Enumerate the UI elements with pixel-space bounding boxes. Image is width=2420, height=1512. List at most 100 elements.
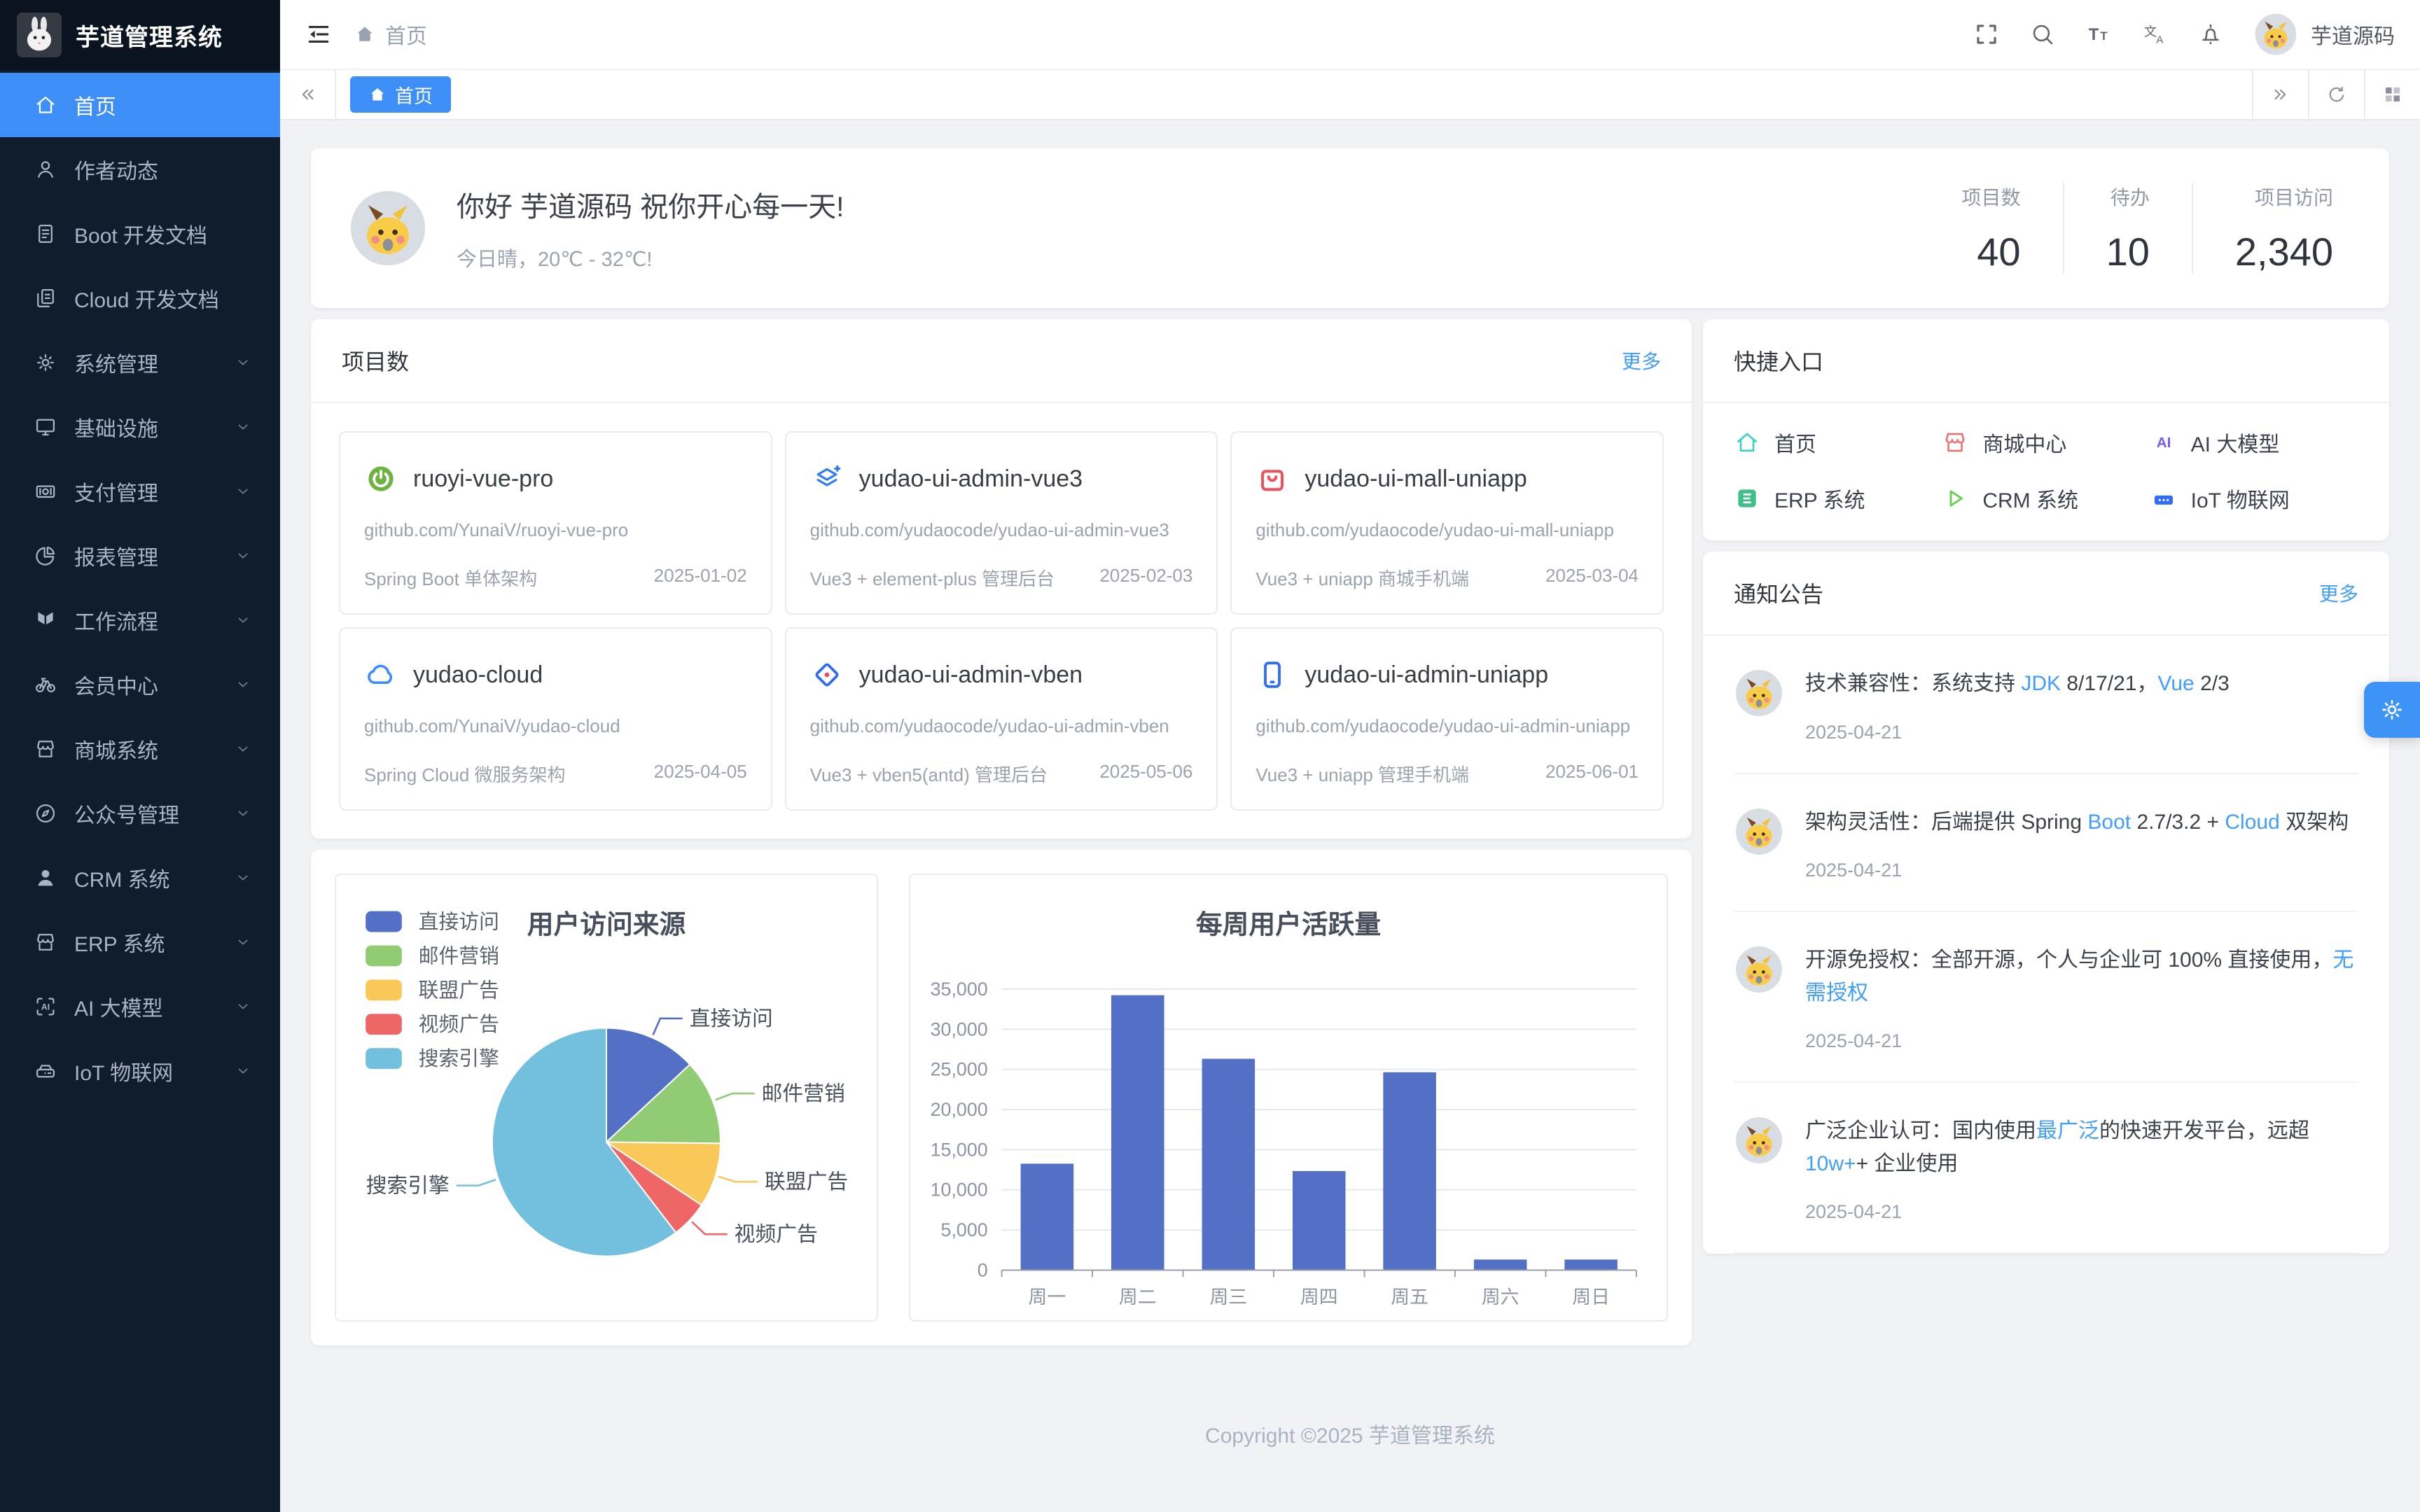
project-date: 2025-06-01 (1545, 761, 1639, 787)
quick-entry-3[interactable]: ERP 系统 (1734, 479, 1942, 518)
search-button[interactable] (2029, 21, 2056, 48)
sidebar-item-3[interactable]: Cloud 开发文档 (0, 266, 280, 330)
logo-avatar (17, 13, 62, 57)
notice-link[interactable]: 最广泛 (2036, 1119, 2099, 1142)
language-button[interactable] (2141, 21, 2168, 48)
notice-avatar (1734, 806, 1784, 857)
project-date: 2025-04-05 (654, 761, 747, 787)
svg-text:周日: 周日 (1572, 1287, 1610, 1308)
project-card-2[interactable]: yudao-ui-mall-uniapp github.com/yudaocod… (1230, 431, 1664, 615)
sidebar-item-15[interactable]: IoT 物联网 (0, 1039, 280, 1103)
notice-link[interactable]: Boot (2087, 811, 2131, 834)
sidebar-item-11[interactable]: 公众号管理 (0, 781, 280, 846)
svg-text:15,000: 15,000 (931, 1139, 988, 1160)
notice-date: 2025-04-21 (1805, 722, 2230, 743)
project-card-0[interactable]: ruoyi-vue-pro github.com/YunaiV/ruoyi-vu… (339, 431, 772, 615)
project-card-4[interactable]: yudao-ui-admin-vben github.com/yudaocode… (785, 627, 1218, 811)
fullscreen-button[interactable] (1973, 21, 2000, 48)
project-desc: Vue3 + uniapp 管理手机端 (1256, 761, 1469, 787)
notice-link[interactable]: 10w+ (1805, 1152, 1856, 1175)
project-name: yudao-ui-admin-vben (859, 662, 1083, 689)
notice-item-0[interactable]: 技术兼容性：系统支持 JDK 8/17/21，Vue 2/3 2025-04-2… (1734, 636, 2358, 774)
crm-user-icon (34, 866, 57, 890)
tabbar-chevrons-right-button[interactable] (2252, 70, 2308, 119)
sidebar-item-0[interactable]: 首页 (0, 73, 280, 137)
sidebar-item-9[interactable]: 会员中心 (0, 652, 280, 717)
project-desc: Vue3 + uniapp 商城手机端 (1256, 565, 1469, 591)
sidebar-item-label: AI 大模型 (74, 991, 163, 1022)
store-icon (1942, 429, 1968, 456)
tab-home[interactable]: 首页 (350, 76, 451, 113)
quick-entry-5[interactable]: IoT 物联网 (2150, 479, 2358, 518)
bell-button[interactable] (2197, 21, 2224, 48)
user-icon (34, 158, 57, 181)
sidebar-item-2[interactable]: Boot 开发文档 (0, 202, 280, 266)
project-url: github.com/YunaiV/ruoyi-vue-pro (364, 517, 747, 544)
project-card-1[interactable]: yudao-ui-admin-vue3 github.com/yudaocode… (785, 431, 1218, 615)
project-card-3[interactable]: yudao-cloud github.com/YunaiV/yudao-clou… (339, 627, 772, 811)
home-icon (1734, 429, 1760, 456)
notice-list: 技术兼容性：系统支持 JDK 8/17/21，Vue 2/3 2025-04-2… (1703, 636, 2389, 1254)
notices-card: 通知公告 更多 技术兼容性：系统支持 JDK 8/17/21，Vue 2/3 2… (1703, 552, 2389, 1254)
projects-card: 项目数 更多 ruoyi-vue-pro github.com/YunaiV/r… (311, 319, 1692, 839)
sidebar: 芋道管理系统 首页 作者动态 Boot 开发文档 Cloud 开发文档 系统管理… (0, 0, 280, 1512)
quick-entry-4[interactable]: CRM 系统 (1942, 479, 2150, 518)
chevron-down-icon (234, 482, 252, 500)
user-menu[interactable]: 芋道源码 (2253, 12, 2395, 57)
search-icon (2029, 21, 2056, 48)
sidebar-item-7[interactable]: 报表管理 (0, 524, 280, 588)
sidebar-item-14[interactable]: AI 大模型 (0, 974, 280, 1039)
home-icon (368, 85, 387, 104)
projects-more-link[interactable]: 更多 (1622, 346, 1661, 374)
project-name: yudao-ui-admin-uniapp (1305, 662, 1548, 689)
chevrons-right-icon (2269, 83, 2292, 106)
tabs-scroll-left-button[interactable] (280, 70, 336, 119)
chevron-down-icon (234, 547, 252, 565)
sidebar-item-label: 基础设施 (74, 412, 158, 442)
sidebar-item-12[interactable]: CRM 系统 (0, 846, 280, 910)
svg-text:10,000: 10,000 (931, 1180, 988, 1200)
project-name: yudao-ui-mall-uniapp (1305, 465, 1527, 493)
quick-entry-2[interactable]: AI 大模型 (2150, 423, 2358, 462)
sidebar-item-13[interactable]: ERP 系统 (0, 910, 280, 974)
theme-settings-button[interactable] (2364, 682, 2420, 738)
sidebar-item-label: Boot 开发文档 (74, 218, 207, 249)
tabbar-grid-button[interactable] (2364, 70, 2420, 119)
notice-item-2[interactable]: 开源免授权：全部开源，个人与企业可 100% 直接使用，无需授权 2025-04… (1734, 912, 2358, 1083)
app-logo[interactable]: 芋道管理系统 (0, 0, 280, 70)
quick-entry-card: 快捷入口 首页 商城中心 AI 大模型 ERP 系统 CRM 系统 IoT 物联… (1703, 319, 2389, 540)
ai-text-icon (2150, 429, 2177, 456)
chevron-down-icon (234, 740, 252, 758)
font-size-button[interactable] (2085, 21, 2112, 48)
sidebar-fold-button[interactable] (305, 21, 332, 48)
breadcrumb[interactable]: 首页 (354, 19, 427, 50)
quick-entry-label: AI 大模型 (2191, 427, 2280, 458)
sidebar-item-4[interactable]: 系统管理 (0, 330, 280, 395)
notice-item-3[interactable]: 广泛企业认可：国内使用最广泛的快速开发平台，远超 10w++ 企业使用 2025… (1734, 1083, 2358, 1254)
svg-text:周六: 周六 (1482, 1287, 1520, 1308)
notices-more-link[interactable]: 更多 (2319, 579, 2358, 607)
play-icon (1942, 485, 1968, 512)
sidebar-item-10[interactable]: 商城系统 (0, 717, 280, 781)
sidebar-item-5[interactable]: 基础设施 (0, 395, 280, 459)
chevron-down-icon (234, 1062, 252, 1080)
svg-text:每周用户活跃量: 每周用户活跃量 (1196, 910, 1381, 939)
stat-projects: 项目数 40 (1920, 183, 2063, 274)
notice-item-1[interactable]: 架构灵活性：后端提供 Spring Boot 2.7/3.2 + Cloud 双… (1734, 774, 2358, 913)
notice-avatar (1734, 668, 1784, 718)
quick-entry-label: CRM 系统 (1982, 483, 2078, 514)
projects-title: 项目数 (342, 344, 409, 377)
project-card-5[interactable]: yudao-ui-admin-uniapp github.com/yudaoco… (1230, 627, 1664, 811)
notice-link[interactable]: JDK (2021, 672, 2061, 695)
quick-entry-1[interactable]: 商城中心 (1942, 423, 2150, 462)
sidebar-item-6[interactable]: 支付管理 (0, 459, 280, 524)
notice-link[interactable]: Cloud (2225, 811, 2279, 834)
sidebar-item-label: 公众号管理 (74, 798, 179, 829)
notice-link[interactable]: Vue (2157, 672, 2194, 695)
tabbar-refresh-button[interactable] (2308, 70, 2364, 119)
project-desc: Spring Boot 单体架构 (364, 565, 537, 591)
sidebar-item-8[interactable]: 工作流程 (0, 588, 280, 652)
chevrons-left-icon (296, 83, 319, 106)
sidebar-item-1[interactable]: 作者动态 (0, 137, 280, 202)
quick-entry-0[interactable]: 首页 (1734, 423, 1942, 462)
